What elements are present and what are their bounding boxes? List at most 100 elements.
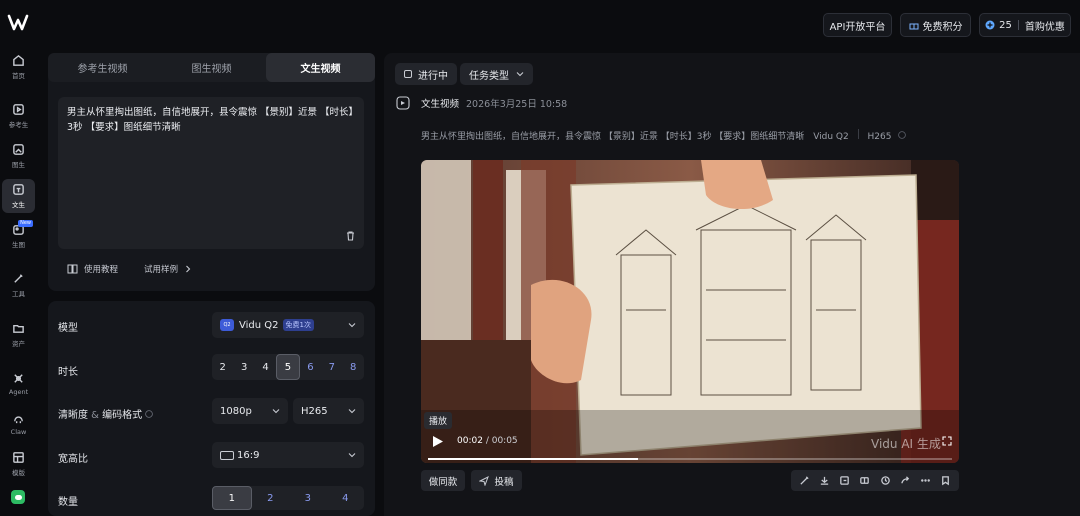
resolution-select[interactable]: 1080p [212, 398, 288, 424]
chevron-down-icon [272, 409, 280, 414]
tutorial-link[interactable]: 使用教程 [67, 263, 118, 275]
info-icon [898, 131, 907, 139]
tab-image-to-video[interactable]: 图生视频 [157, 53, 266, 82]
make-same-label: 做同款 [428, 476, 458, 488]
rail-item-tools[interactable]: 工具 [2, 268, 35, 302]
rail-item-label: 参考生 [8, 121, 29, 129]
prompt-text: 男主从怀里掏出图纸，自信地展开，县令震惊 【景别】近景 【时长】3秒 【要求】图… [67, 107, 354, 133]
model-logo-icon: Q2 [220, 319, 234, 331]
status-filter-label: 进行中 [418, 70, 448, 82]
model-select[interactable]: Q2 Vidu Q2 免费1次 [212, 312, 364, 338]
duration-option[interactable]: 3 [233, 354, 254, 380]
extend-icon[interactable] [839, 475, 850, 486]
sample-label: 试用样例 [144, 265, 179, 275]
duration-option[interactable]: 7 [321, 354, 342, 380]
credits-purchase-button[interactable]: 25 首购优惠 [979, 13, 1071, 37]
aspect-ratio-icon [220, 450, 234, 460]
tools-icon [14, 274, 23, 283]
new-badge: New [18, 220, 33, 227]
bookmark-icon[interactable] [940, 475, 951, 486]
wechat-icon[interactable] [11, 490, 25, 504]
home-icon [13, 54, 24, 66]
task-type-filter[interactable]: 任务类型 [460, 63, 533, 85]
mode-tabs: 参考生视频 图生视频 文生视频 [48, 53, 375, 82]
codec-value: H265 [301, 405, 328, 417]
divider [1017, 20, 1019, 30]
rail-item-image-generate[interactable]: New 生图 [2, 219, 35, 253]
count-option[interactable]: 3 [289, 486, 327, 510]
submit-label: 投稿 [494, 476, 514, 488]
image-to-video-icon [13, 144, 24, 155]
share-icon[interactable] [900, 475, 911, 486]
model-value: Vidu Q2 [239, 319, 279, 331]
aspect-select[interactable]: 16:9 [212, 442, 364, 468]
task-header: 文生视频 2026年3月25日 10:58 [396, 96, 567, 110]
video-time: 00:02 / 00:05 [457, 436, 518, 446]
api-platform-label: API开放平台 [829, 21, 886, 33]
chevron-down-icon [348, 453, 356, 458]
free-credits-button[interactable]: 免费积分 [900, 13, 971, 37]
credits-value: 25 [999, 19, 1012, 31]
more-icon[interactable] [920, 475, 931, 486]
task-description: 男主从怀里掏出图纸，自信地展开，县令震惊 【景别】近景 【时长】3秒 【要求】图… [421, 129, 907, 142]
task-type-label: 文生视频 [421, 99, 460, 110]
play-tooltip: 播放 [424, 412, 453, 429]
duration-option-selected[interactable]: 5 [276, 354, 300, 380]
sample-link[interactable]: 试用样例 [144, 263, 192, 275]
codec-select[interactable]: H265 [293, 398, 364, 424]
rail-item-home[interactable]: 首页 [2, 50, 35, 84]
duration-option[interactable]: 6 [300, 354, 321, 380]
send-icon [479, 475, 490, 486]
download-icon[interactable] [819, 475, 830, 486]
api-platform-button[interactable]: API开放平台 [823, 13, 892, 37]
video-player[interactable]: 播放 00:02 / 00:05 Vidu AI 生成 [421, 160, 959, 463]
rail-item-label: 工具 [12, 290, 25, 298]
tab-reference-video[interactable]: 参考生视频 [48, 53, 157, 82]
duration-selector: 2 3 4 5 6 7 8 [212, 354, 364, 380]
rail-item-template[interactable]: 模版 [2, 447, 35, 481]
gift-icon [909, 23, 918, 30]
tab-text-to-video[interactable]: 文生视频 [266, 53, 375, 82]
duration-option[interactable]: 2 [212, 354, 233, 380]
progress-track[interactable] [428, 458, 952, 460]
aspect-label: 宽高比 [58, 454, 88, 465]
prompt-input[interactable]: 男主从怀里掏出图纸，自信地展开，县令震惊 【景别】近景 【时长】3秒 【要求】图… [58, 97, 364, 249]
chevron-down-icon [348, 409, 356, 414]
count-option[interactable]: 4 [327, 486, 365, 510]
first-purchase-label: 首购优惠 [1024, 21, 1065, 33]
model-label: 模型 [58, 323, 78, 334]
status-filter[interactable]: 进行中 [395, 63, 457, 85]
rail-item-reference[interactable]: 参考生 [2, 99, 35, 133]
resolution-value: 1080p [220, 405, 252, 417]
rail-item-label: 文生 [12, 201, 25, 209]
vidu-logo-icon[interactable] [7, 12, 29, 34]
folder-icon [13, 325, 24, 333]
rail-item-text-to-video[interactable]: 文生 [2, 179, 35, 213]
trash-icon[interactable] [345, 230, 356, 241]
duration-option[interactable]: 4 [255, 354, 276, 380]
rail-item-image-to-video[interactable]: 图生 [2, 139, 35, 173]
text-to-video-icon [13, 184, 24, 195]
duration-time: 00:05 [491, 436, 518, 446]
count-option[interactable]: 2 [252, 486, 290, 510]
duration-label: 时长 [58, 367, 78, 378]
rail-item-label: 首页 [12, 72, 25, 80]
make-same-button[interactable]: 做同款 [421, 470, 465, 491]
task-timestamp: 2026年3月25日 10:58 [466, 99, 568, 110]
upscale-icon[interactable] [859, 475, 870, 486]
rail-item-claw[interactable]: Claw [2, 407, 35, 441]
rail-item-label: 生图 [12, 241, 25, 249]
rail-item-agent[interactable]: Agent [2, 367, 35, 401]
fullscreen-icon[interactable] [942, 436, 952, 446]
progress-fill [428, 458, 638, 460]
task-codec: H265 [867, 132, 892, 142]
magic-edit-icon[interactable] [799, 475, 810, 486]
free-credits-label: 免费积分 [922, 21, 963, 33]
rail-item-assets[interactable]: 资产 [2, 318, 35, 352]
play-icon[interactable] [432, 435, 444, 448]
count-option-selected[interactable]: 1 [212, 486, 252, 510]
duration-option[interactable]: 8 [343, 354, 364, 380]
history-icon[interactable] [880, 475, 891, 486]
submit-button[interactable]: 投稿 [471, 470, 522, 491]
tutorial-label: 使用教程 [84, 265, 119, 275]
